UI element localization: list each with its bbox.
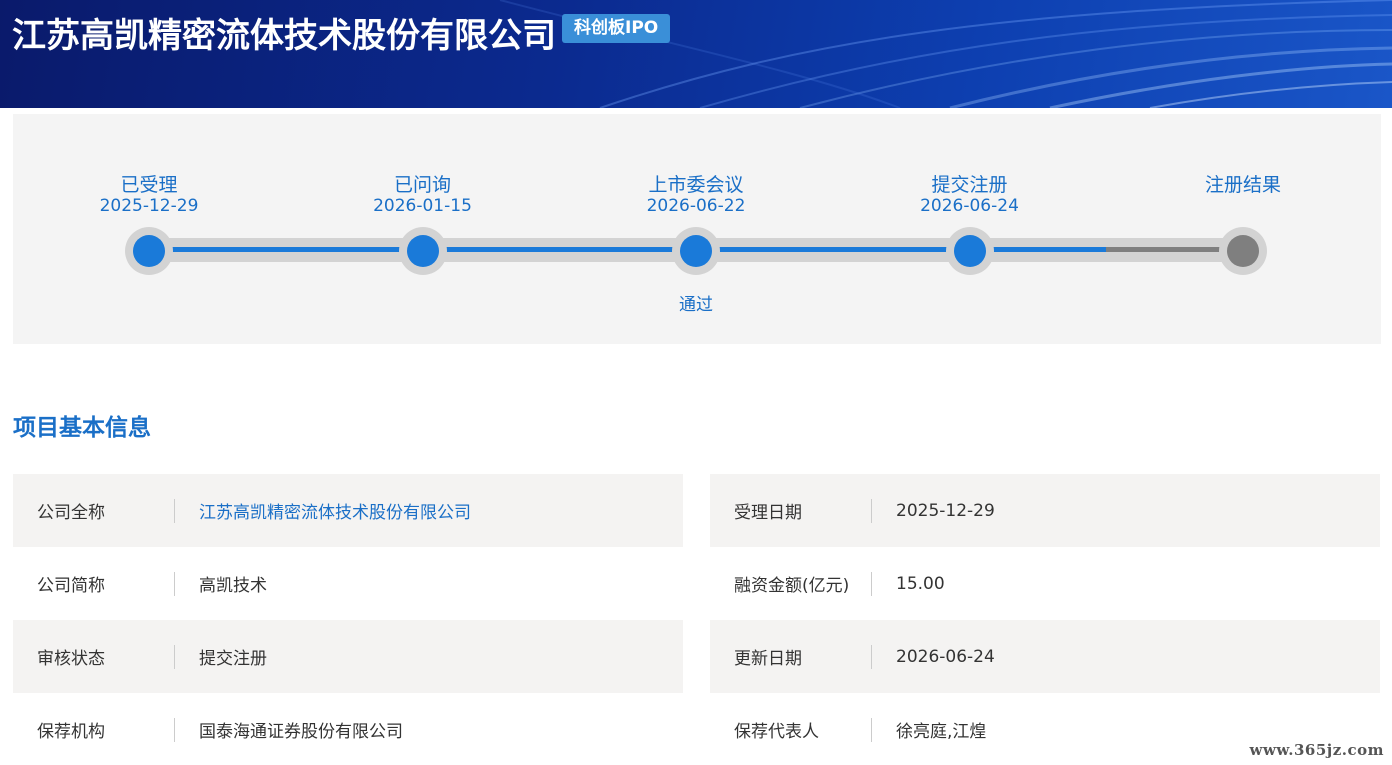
step-date: 2025-12-29 [99, 196, 199, 216]
info-label: 公司简称 [37, 576, 105, 596]
info-row-review-status: 审核状态 提交注册 [13, 620, 683, 693]
step-dot [1227, 235, 1259, 267]
info-row-company-full-name: 公司全称 江苏高凯精密流体技术股份有限公司 [13, 474, 683, 547]
step-marker [125, 227, 173, 275]
section-title: 项目基本信息 [13, 415, 151, 441]
review-progress-panel: 已受理 2025-12-29 已问询 2026-01-15 上市委会议 2026… [13, 114, 1381, 344]
header-banner: 江苏高凯精密流体技术股份有限公司 科创板IPO [0, 0, 1392, 108]
page-title: 江苏高凯精密流体技术股份有限公司 [12, 16, 556, 56]
divider [174, 572, 175, 596]
step-label: 注册结果 [1204, 174, 1281, 196]
company-full-name-link[interactable]: 江苏高凯精密流体技术股份有限公司 [199, 498, 471, 523]
info-value: 2026-06-24 [896, 646, 995, 667]
step-dot [133, 235, 165, 267]
info-value: 国泰海通证券股份有限公司 [199, 722, 403, 742]
step-dot [953, 235, 986, 267]
info-row-sponsor: 保荐机构 国泰海通证券股份有限公司 [13, 693, 683, 765]
step-date: 2026-01-15 [373, 196, 472, 216]
info-label: 保荐代表人 [734, 722, 819, 742]
step-marker [672, 227, 720, 275]
step-marker [398, 227, 447, 275]
divider [871, 645, 872, 669]
info-value: 提交注册 [199, 649, 267, 669]
board-badge: 科创板IPO [562, 14, 671, 43]
divider [174, 499, 175, 523]
watermark: www.365jz.com [1249, 741, 1384, 759]
step-label: 已问询 [393, 174, 451, 196]
divider [174, 718, 175, 742]
info-row-financing-amount: 融资金额(亿元) 15.00 [710, 547, 1380, 620]
info-label: 更新日期 [734, 649, 802, 669]
info-value: 2025-12-29 [896, 500, 995, 521]
info-value: 15.00 [896, 573, 945, 594]
step-marker [1219, 227, 1267, 275]
step-result: 通过 [679, 295, 713, 315]
divider [871, 572, 872, 596]
info-label: 审核状态 [37, 649, 105, 669]
info-value: 高凯技术 [199, 576, 267, 596]
divider [174, 645, 175, 669]
step-marker [945, 227, 994, 275]
step-date: 2026-06-24 [920, 196, 1019, 216]
info-label: 受理日期 [734, 503, 802, 523]
info-label: 融资金额(亿元) [734, 576, 850, 596]
step-label: 上市委会议 [648, 174, 744, 196]
step-dot [680, 235, 712, 267]
info-row-update-date: 更新日期 2026-06-24 [710, 620, 1380, 693]
info-row-company-short-name: 公司简称 高凯技术 [13, 547, 683, 620]
info-label: 保荐机构 [37, 722, 105, 742]
step-dot [406, 235, 439, 267]
step-label: 已受理 [120, 174, 178, 196]
divider [871, 499, 872, 523]
step-date: 2026-06-22 [646, 196, 746, 216]
step-label: 提交注册 [931, 174, 1008, 196]
info-row-accept-date: 受理日期 2025-12-29 [710, 474, 1380, 547]
divider [871, 718, 872, 742]
info-value: 徐亮庭,江煌 [896, 722, 987, 742]
info-label: 公司全称 [37, 503, 105, 523]
